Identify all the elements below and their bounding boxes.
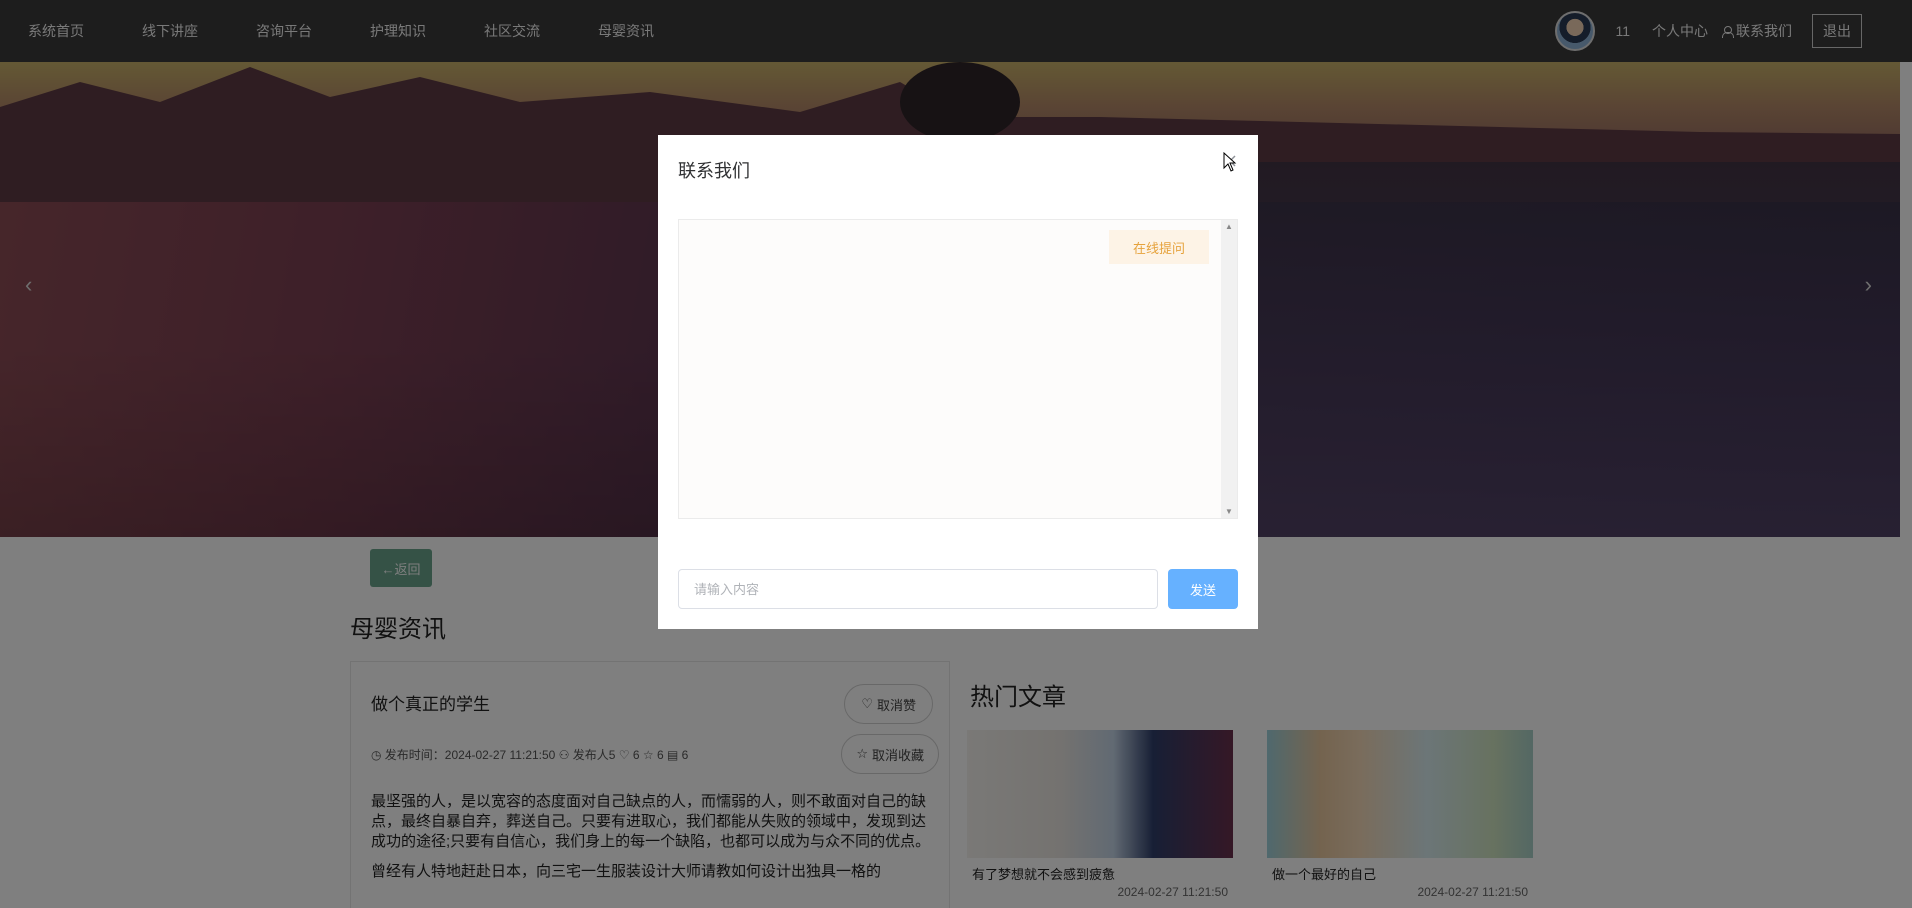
- contact-dialog: 联系我们 在线提问 ▲ ▼ 发送: [658, 135, 1258, 629]
- send-button[interactable]: 发送: [1168, 569, 1238, 609]
- message-input[interactable]: [678, 569, 1158, 609]
- scroll-down-icon[interactable]: ▼: [1225, 507, 1233, 516]
- dialog-title: 联系我们: [678, 161, 750, 181]
- chat-scrollbar[interactable]: ▲ ▼: [1221, 220, 1237, 518]
- online-ask-chip: 在线提问: [1109, 230, 1209, 264]
- chat-area[interactable]: 在线提问 ▲ ▼: [678, 219, 1238, 519]
- scroll-up-icon[interactable]: ▲: [1225, 222, 1233, 231]
- mouse-cursor-icon: [1223, 152, 1237, 172]
